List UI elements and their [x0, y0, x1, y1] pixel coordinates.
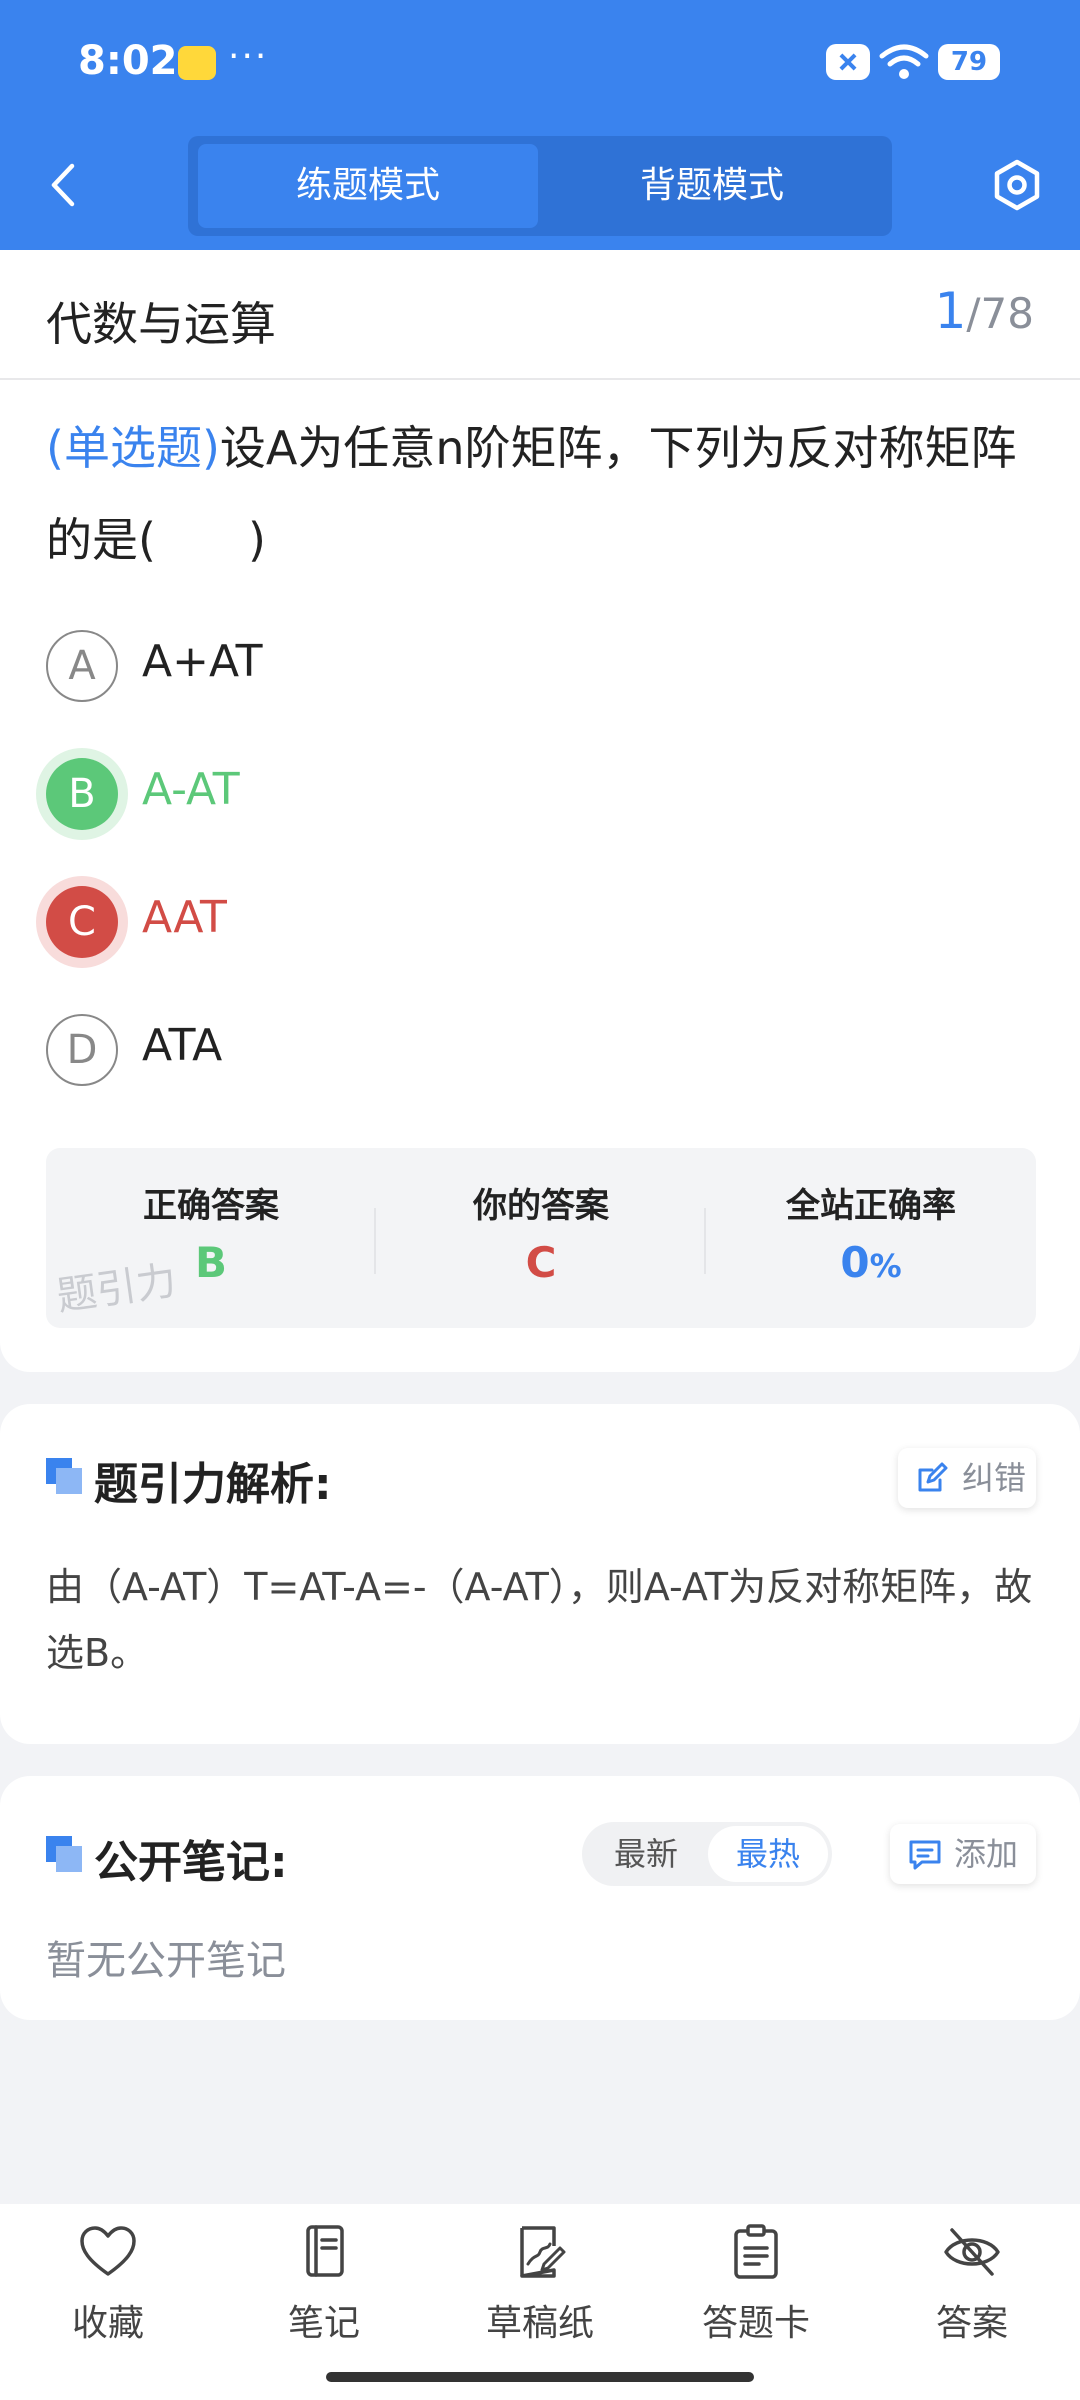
answer-summary: 正确答案 B 你的答案 C 全站正确率 0% 题引力	[46, 1148, 1036, 1328]
notes-empty-state: 暂无公开笔记	[46, 1938, 286, 1984]
nav-favorite[interactable]: 收藏	[0, 2224, 216, 2346]
option-letter: D	[46, 1014, 118, 1086]
nav-label: 答题卡	[701, 2303, 810, 2344]
question-card: 代数与运算 1/78 (单选题)设A为任意n阶矩阵，下列为反对称矩阵的是( ) …	[0, 250, 1080, 1372]
nav-label: 答案	[935, 2303, 1008, 2344]
correct-answer-label: 正确答案	[143, 1186, 279, 1226]
notes-title: 公开笔记:	[94, 1837, 288, 1888]
option-letter: B	[46, 758, 118, 830]
option-letter: A	[46, 630, 118, 702]
option-text: A+AT	[142, 636, 263, 687]
question-stem: (单选题)设A为任意n阶矩阵，下列为反对称矩阵的是( )	[46, 402, 1036, 586]
your-answer-label: 你的答案	[473, 1186, 609, 1226]
battery-indicator: 79	[938, 44, 1000, 80]
tab-practice-mode[interactable]: 练题模式	[198, 144, 538, 228]
current-question-number: 1	[934, 282, 967, 340]
option-a[interactable]: A A+AT	[46, 626, 1036, 706]
home-indicator[interactable]	[326, 2372, 754, 2382]
nav-answer-sheet[interactable]: 答题卡	[648, 2224, 864, 2346]
mode-switch: 练题模式 背题模式	[188, 136, 892, 236]
total-question-count: 78	[980, 289, 1034, 338]
bottom-toolbar: 收藏 笔记 草稿纸 答题卡 答案	[0, 2204, 1080, 2400]
option-text: A-AT	[142, 764, 240, 815]
nav-label: 草稿纸	[485, 2303, 594, 2344]
settings-icon[interactable]	[990, 158, 1044, 212]
option-d[interactable]: D ATA	[46, 1010, 1036, 1090]
accuracy-number: 0	[840, 1238, 870, 1287]
report-error-label: 纠错	[962, 1459, 1027, 1497]
nav-notes[interactable]: 笔记	[216, 2224, 432, 2346]
sort-latest-option[interactable]: 最新	[586, 1826, 706, 1882]
analysis-card: 题引力解析: 纠错 由（A-AT）T=AT-A=-（A-AT），则A-AT为反对…	[0, 1404, 1080, 1744]
nav-label: 笔记	[287, 2303, 360, 2344]
more-notifications-icon: ···	[228, 36, 269, 77]
answer-sheet-icon	[734, 2224, 778, 2279]
option-b[interactable]: B A-AT	[46, 754, 1036, 834]
section-marker-icon	[46, 1458, 82, 1494]
eye-off-icon	[944, 2228, 1000, 2276]
your-answer-value: C	[525, 1238, 557, 1287]
option-letter: C	[46, 886, 118, 958]
notes-card: 公开笔记: 最新 最热 添加 暂无公开笔记	[0, 1776, 1080, 2020]
heart-icon	[80, 2226, 136, 2276]
wifi-icon	[879, 44, 929, 79]
accuracy-unit: %	[869, 1247, 902, 1285]
notes-sort-toggle: 最新 最热	[582, 1822, 832, 1886]
add-note-button[interactable]: 添加	[890, 1824, 1036, 1884]
nav-answer-toggle[interactable]: 答案	[864, 2224, 1080, 2346]
chapter-row: 代数与运算 1/78	[0, 250, 1080, 380]
notebook-icon	[306, 2225, 344, 2277]
your-answer-block: 你的答案 C	[376, 1148, 706, 1328]
question-type: (单选题)	[46, 421, 220, 475]
analysis-text: 由（A-AT）T=AT-A=-（A-AT），则A-AT为反对称矩阵，故选B。	[46, 1565, 1033, 1675]
edit-icon	[918, 1462, 948, 1492]
tab-memorize-mode[interactable]: 背题模式	[542, 144, 882, 228]
report-error-button[interactable]: 纠错	[898, 1448, 1036, 1508]
sim-disabled-icon	[826, 44, 870, 80]
app-notification-icon	[178, 46, 216, 80]
progress-separator: /	[966, 289, 981, 338]
app-header: 8:02 ··· 79 练题模式 背题模式	[0, 0, 1080, 250]
comment-icon	[909, 1840, 941, 1870]
analysis-title: 题引力解析:	[94, 1459, 332, 1510]
sort-hot-option[interactable]: 最热	[708, 1826, 828, 1882]
nav-draft[interactable]: 草稿纸	[432, 2224, 648, 2346]
nav-label: 收藏	[71, 2303, 144, 2344]
option-text: ATA	[142, 1020, 223, 1071]
option-text: AAT	[142, 892, 227, 943]
accuracy-label: 全站正确率	[786, 1186, 956, 1226]
question-progress[interactable]: 1/78	[935, 282, 1034, 340]
back-arrow-icon[interactable]	[40, 160, 90, 210]
draft-icon	[520, 2226, 566, 2278]
option-c[interactable]: C AAT	[46, 882, 1036, 962]
section-marker-icon	[46, 1836, 82, 1872]
status-time: 8:02	[78, 38, 178, 84]
accuracy-value: 0%	[706, 1238, 1036, 1287]
add-note-label: 添加	[954, 1835, 1019, 1873]
accuracy-block: 全站正确率 0%	[706, 1148, 1036, 1328]
chapter-title: 代数与运算	[46, 297, 276, 351]
